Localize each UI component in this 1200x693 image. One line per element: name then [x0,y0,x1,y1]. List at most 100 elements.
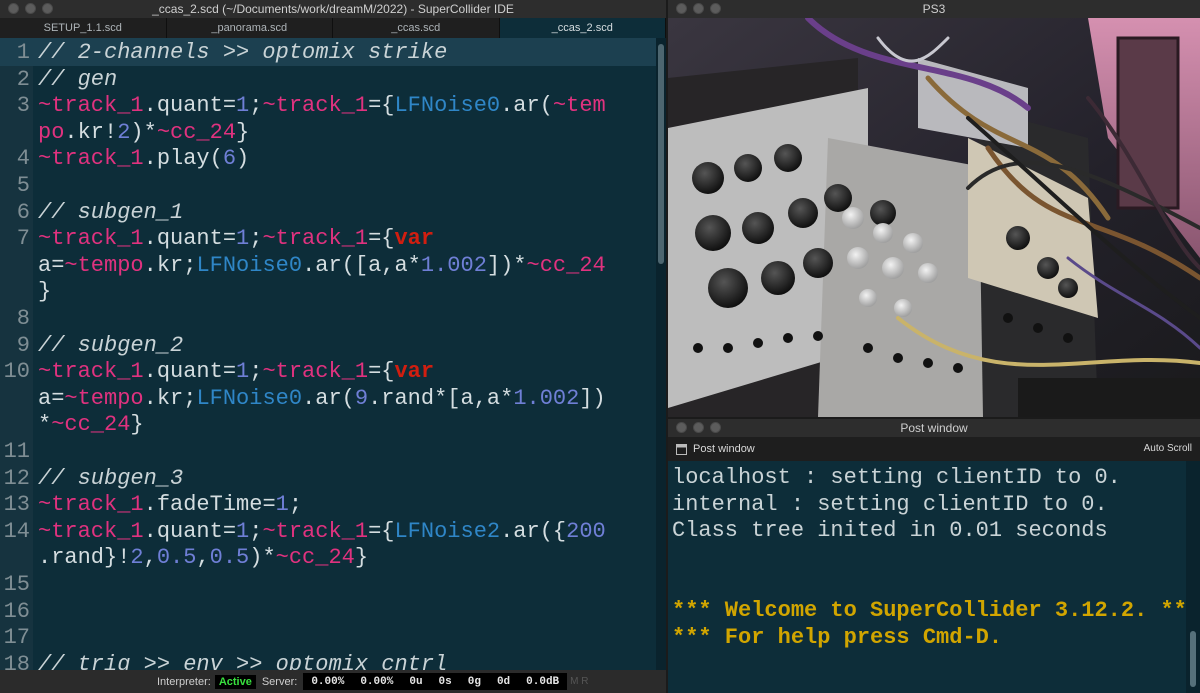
post-scrollbar[interactable] [1186,461,1200,693]
zoom-button[interactable] [710,422,721,433]
code-token: ; [288,492,303,518]
post-scroll-thumb[interactable] [1190,631,1196,687]
camera-window: PS3 [668,0,1200,417]
code-token: ])* [486,252,527,278]
status-bar: Interpreter: Active Server: 0.00% 0.00% 0u… [0,670,666,693]
code-line[interactable]: ~track_1.quant=1;~track_1={LFNoise2.ar({… [38,519,606,544]
tab-4[interactable]: _ccas_2.scd [499,18,666,38]
minimize-button[interactable] [693,3,704,14]
code-token: .fadeTime= [143,492,276,518]
code-token: .kr! [64,119,118,145]
ide-title-bar: _ccas_2.scd (~/Documents/work/dreamM/202… [0,0,666,18]
code-line[interactable]: } [38,279,51,304]
code-line[interactable]: // trig >> env >> optomix cntrl [38,652,447,670]
code-line[interactable]: // subgen_2 [38,333,183,358]
code-line[interactable]: ~track_1.quant=1;~track_1={LFNoise0.ar(~… [38,93,606,118]
dock-window-icon[interactable] [676,444,687,455]
zoom-button[interactable] [42,3,53,14]
tab-1[interactable]: SETUP_1.1.scd [0,18,167,38]
code-token: ~track_1 [38,93,144,119]
code-token: ={ [368,359,395,385]
line-number: 5 [16,173,30,198]
code-line[interactable]: // 2-channels >> optomix strike [38,40,447,65]
server-meter-value: 0.00% [311,675,345,688]
code-token: 1 [236,518,250,544]
line-number: 12 [3,465,30,491]
code-token: ~cc_24 [156,119,237,145]
close-button[interactable] [676,422,687,433]
post-window: Post window Post window Auto Scroll loca… [668,419,1200,693]
code-line[interactable]: // subgen_1 [38,200,183,225]
code-line[interactable]: a=~tempo.kr;LFNoise0.ar([a,a*1.002])*~cc… [38,253,606,278]
code-line[interactable]: ~track_1.play(6) [38,146,249,171]
line-number: 9 [16,332,30,358]
post-line: Class tree inited in 0.01 seconds [672,518,1108,544]
zoom-button[interactable] [710,3,721,14]
line-number: 8 [16,306,30,331]
interpreter-status[interactable]: Active [214,674,256,689]
code-line[interactable]: // gen [38,67,117,92]
code-line[interactable]: .rand}!2,0.5,0.5)*~cc_24} [38,545,368,570]
tab-3[interactable]: _ccas.scd [333,18,500,38]
code-token: a= [38,385,65,411]
code-line[interactable]: ~track_1.fadeTime=1; [38,492,302,517]
editor-scroll-thumb[interactable] [658,44,664,264]
code-token: ~cc_24 [275,545,355,571]
code-token: 2 [130,545,144,571]
code-token: var [394,359,435,385]
code-line[interactable]: // subgen_3 [38,466,183,491]
auto-scroll-button[interactable]: Auto Scroll [1144,437,1192,461]
tab-2[interactable]: _panorama.scd [167,18,333,38]
code-token: ; [249,93,263,119]
code-token: ~track_1 [38,146,144,172]
code-token: , [196,545,210,571]
code-token: ; [249,359,263,385]
code-token: .rand}! [38,545,131,571]
line-number: 4 [16,146,30,172]
minimize-button[interactable] [693,422,704,433]
ide-title: _ccas_2.scd (~/Documents/work/dreamM/202… [152,2,514,16]
code-token: .ar( [302,385,355,411]
post-window-title: Post window [900,421,968,435]
camera-title-bar: PS3 [668,0,1200,18]
editor-scrollbar[interactable] [656,38,666,670]
minimize-button[interactable] [25,3,36,14]
close-button[interactable] [8,3,19,14]
post-output[interactable]: localhost : setting clientID to 0. intern… [668,461,1200,693]
code-token: } [236,119,250,145]
code-token: var [394,226,435,252]
code-token: 0.5 [156,545,197,571]
code-line[interactable]: a=~tempo.kr;LFNoise0.ar(9.rand*[a,a*1.00… [38,386,606,411]
line-number: 17 [3,625,30,651]
code-token: 1 [275,492,289,518]
code-token: LFNoise2 [394,518,501,544]
server-meters[interactable]: 0.00% 0.00% 0u 0s 0g 0d 0.0dB [303,673,568,690]
line-number: 10 [3,359,30,385]
line-number: 6 [16,199,30,225]
server-meter-value: 0d [496,675,511,688]
code-token: ) [236,146,250,172]
code-token: ~track_1 [38,359,144,385]
mute-record-indicators[interactable]: M R [570,676,588,687]
code-token: // subgen_1 [38,199,184,225]
post-title-bar: Post window [668,419,1200,437]
code-line[interactable]: ~track_1.quant=1;~track_1={var [38,359,434,384]
modular-synth-camera-feed [668,18,1200,417]
code-token: a= [38,252,65,278]
post-line: internal : setting clientID to 0. [672,491,1108,517]
code-editor[interactable]: 1 // 2-channels >> optomix strike 2 // gen 3… [0,38,656,670]
code-line[interactable]: *~cc_24} [38,412,144,437]
code-token: ~track_1 [38,492,144,518]
code-line[interactable]: ~track_1.quant=1;~track_1={var [38,226,434,251]
close-button[interactable] [676,3,687,14]
code-token: ={ [368,226,395,252]
code-token: 0.5 [209,545,250,571]
code-token: ; [249,226,263,252]
code-line[interactable]: po.kr!2)*~cc_24} [38,120,249,145]
code-token: ~track_1 [262,226,369,252]
code-token: .kr; [143,385,197,411]
line-number: 3 [16,93,30,119]
code-token: } [130,412,144,438]
code-token: // 2-channels >> optomix strike [38,40,448,65]
code-token: .ar([a,a* [302,252,421,278]
